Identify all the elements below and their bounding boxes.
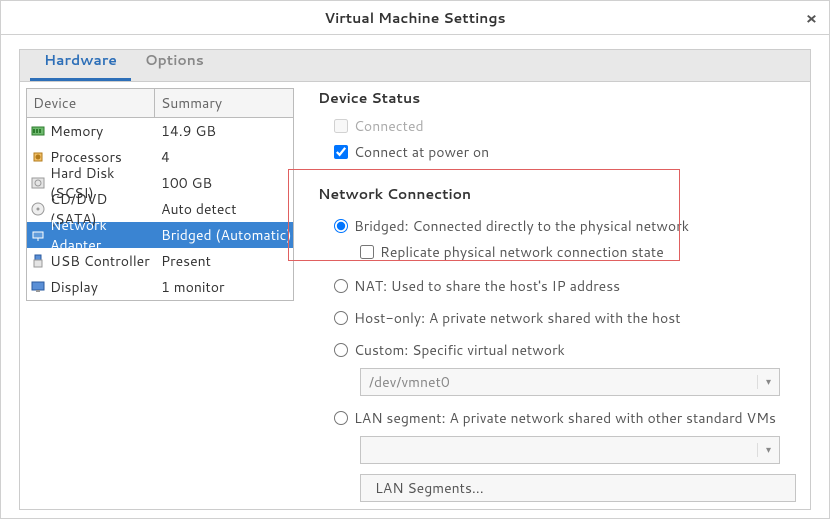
close-icon[interactable]: ×	[806, 7, 817, 30]
cell-summary: Auto detect	[155, 199, 293, 219]
radio-bridged-label: Bridged: Connected directly to the physi…	[354, 216, 689, 236]
radio-bridged[interactable]	[334, 219, 348, 233]
cell-summary: 100 GB	[155, 173, 293, 193]
row-usb-controller[interactable]: USB Controller Present	[27, 248, 293, 274]
disc-icon	[31, 202, 45, 216]
device-details: Device Status Connected Connect at power…	[300, 82, 810, 509]
device-list: Device Summary Memory 14.9 GB Processors…	[20, 82, 300, 509]
replicate-label: Replicate physical network connection st…	[380, 242, 664, 262]
cell-summary: 1 monitor	[155, 277, 293, 297]
radio-hostonly-line[interactable]: Host-only: A private network shared with…	[334, 308, 796, 328]
cell-device: Memory	[50, 121, 103, 141]
radio-bridged-line[interactable]: Bridged: Connected directly to the physi…	[334, 216, 796, 236]
cell-device: Network Adapter	[50, 215, 155, 255]
radio-nat-label: NAT: Used to share the host's IP address	[354, 276, 620, 296]
row-memory[interactable]: Memory 14.9 GB	[27, 118, 293, 144]
radio-custom[interactable]	[334, 343, 348, 357]
row-network-adapter[interactable]: Network Adapter Bridged (Automatic)	[27, 222, 293, 248]
row-display[interactable]: Display 1 monitor	[27, 274, 293, 300]
cell-summary: Present	[155, 251, 293, 271]
cell-summary: 4	[155, 147, 293, 167]
lansegment-dropdown[interactable]: ▾	[360, 436, 780, 464]
cell-summary: 14.9 GB	[155, 121, 293, 141]
connect-poweron-checkbox[interactable]	[334, 145, 348, 159]
radio-custom-line[interactable]: Custom: Specific virtual network	[334, 340, 796, 360]
hdd-icon	[31, 176, 45, 190]
titlebar: Virtual Machine Settings ×	[1, 1, 829, 35]
column-header-device[interactable]: Device	[27, 89, 155, 117]
cell-device: USB Controller	[50, 251, 150, 271]
radio-lansegment-line[interactable]: LAN segment: A private network shared wi…	[334, 408, 796, 428]
column-header-summary[interactable]: Summary	[155, 89, 293, 117]
usb-icon	[31, 254, 45, 268]
cell-device: Display	[50, 277, 98, 297]
cpu-icon	[31, 150, 45, 164]
vm-settings-window: Virtual Machine Settings × Hardware Opti…	[0, 0, 830, 519]
connected-checkbox-line[interactable]: Connected	[334, 116, 796, 136]
custom-vmnet-value: /dev/vmnet0	[369, 372, 450, 392]
device-status-title: Device Status	[318, 88, 796, 108]
window-title: Virtual Machine Settings	[324, 8, 505, 28]
connected-label: Connected	[354, 116, 424, 136]
radio-nat[interactable]	[334, 279, 348, 293]
chevron-down-icon: ▾	[757, 375, 771, 389]
display-icon	[31, 280, 45, 294]
radio-lansegment-label: LAN segment: A private network shared wi…	[354, 408, 776, 428]
radio-lansegment[interactable]	[334, 411, 348, 425]
tab-options[interactable]: Options	[131, 44, 218, 81]
custom-vmnet-dropdown[interactable]: /dev/vmnet0 ▾	[360, 368, 780, 396]
replicate-checkbox[interactable]	[360, 245, 374, 259]
tab-bar: Hardware Options	[19, 49, 811, 81]
chevron-down-icon: ▾	[757, 443, 771, 457]
cell-summary: Bridged (Automatic)	[155, 225, 293, 245]
radio-hostonly-label: Host-only: A private network shared with…	[354, 308, 681, 328]
radio-hostonly[interactable]	[334, 311, 348, 325]
memory-icon	[31, 124, 45, 138]
tab-hardware[interactable]: Hardware	[30, 44, 131, 81]
radio-custom-label: Custom: Specific virtual network	[354, 340, 565, 360]
network-connection-title: Network Connection	[318, 184, 796, 204]
network-icon	[31, 228, 45, 242]
lan-segments-button[interactable]: LAN Segments...	[360, 474, 796, 502]
radio-nat-line[interactable]: NAT: Used to share the host's IP address	[334, 276, 796, 296]
connect-poweron-label: Connect at power on	[354, 142, 489, 162]
connected-checkbox[interactable]	[334, 119, 348, 133]
replicate-line[interactable]: Replicate physical network connection st…	[360, 242, 796, 262]
connect-poweron-line[interactable]: Connect at power on	[334, 142, 796, 162]
